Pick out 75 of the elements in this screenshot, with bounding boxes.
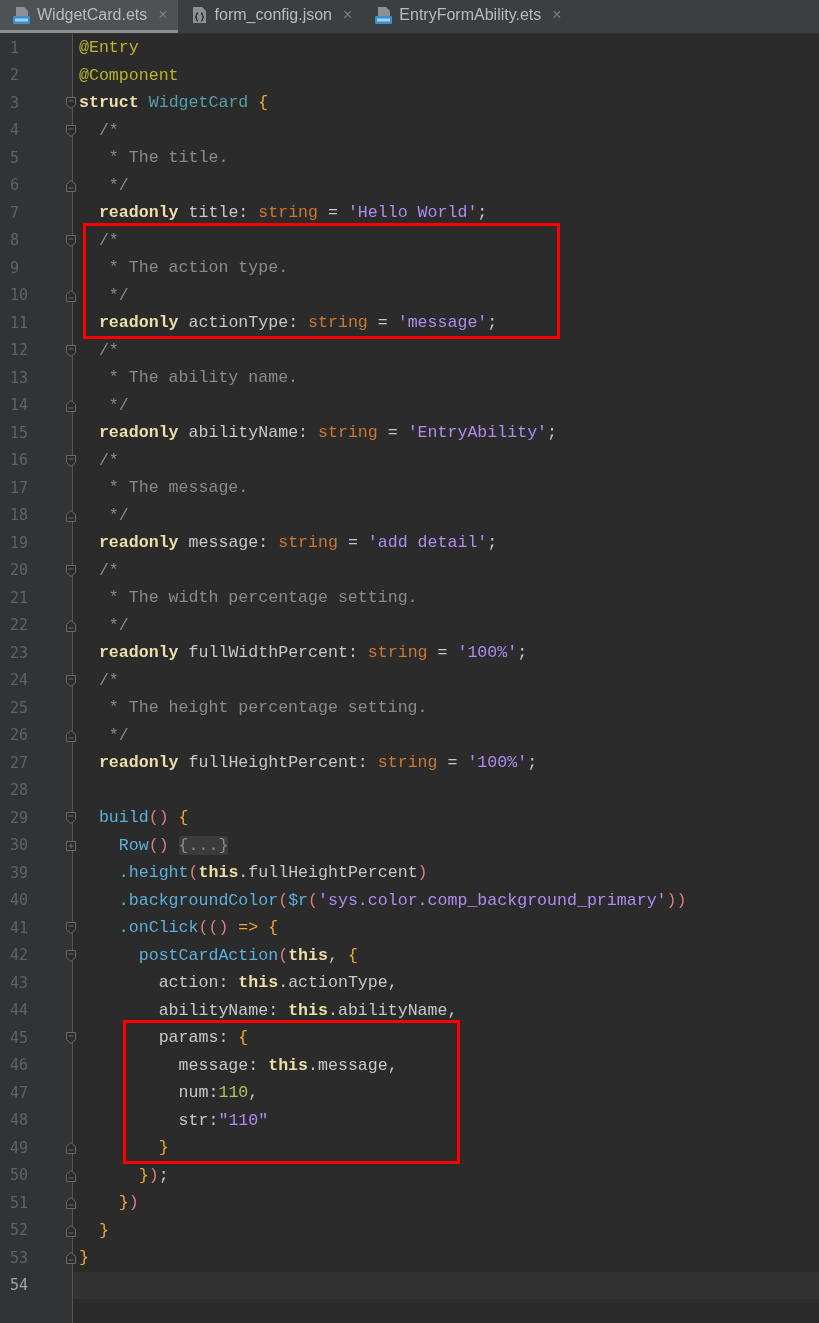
fold-icon[interactable]: [65, 618, 77, 633]
code-line: num:110,: [177, 1083, 259, 1103]
code-line: readonly abilityName: string = 'EntryAbility';: [97, 423, 558, 443]
code-line: readonly fullWidthPercent: string = '100%';: [97, 643, 528, 663]
code-line: }: [157, 1138, 169, 1158]
file-icon: [374, 6, 393, 24]
code-line: .height(this.fullHeightPercent): [117, 863, 428, 883]
fold-icon[interactable]: [65, 398, 77, 413]
fold-icon[interactable]: [65, 453, 77, 468]
code-line: /*: [97, 560, 119, 580]
fold-icon[interactable]: [65, 178, 77, 193]
fold-icon[interactable]: [65, 673, 77, 688]
fold-icon[interactable]: [65, 1031, 77, 1045]
code-line: str:"110": [177, 1110, 269, 1130]
code-line: */: [107, 615, 129, 635]
code-line: */: [107, 725, 129, 745]
code-line: readonly fullHeightPercent: string = '100%';: [97, 753, 538, 773]
code-line: */: [107, 175, 129, 195]
code-line: readonly title: string = 'Hello World';: [97, 203, 488, 223]
code-line: * The action type.: [107, 258, 289, 278]
expand-icon[interactable]: [65, 838, 77, 853]
editor-tab[interactable]: EntryFormAbility.ets ×: [362, 0, 572, 33]
fold-icon[interactable]: [65, 563, 77, 578]
code-line: });: [137, 1165, 169, 1185]
code-line: struct WidgetCard {: [79, 93, 269, 113]
fold-icon[interactable]: [65, 921, 77, 935]
code-line: /*: [97, 120, 119, 140]
code-line: .onClick(() => {: [117, 918, 279, 938]
code-line: /*: [97, 450, 119, 470]
code-line: action: this.actionType,: [157, 973, 398, 993]
file-icon: [12, 6, 30, 24]
code-line: }: [97, 1220, 109, 1240]
code-line: @Entry: [79, 38, 139, 58]
code-line: Row() {...}: [117, 835, 229, 855]
code-line: readonly message: string = 'add detail';: [97, 533, 498, 553]
fold-icon[interactable]: [65, 123, 77, 138]
fold-icon[interactable]: [65, 1168, 77, 1183]
code-line: .backgroundColor($r('sys.color.comp_background_primary')): [117, 890, 687, 910]
code-line: */: [107, 395, 129, 415]
code-line: * The message.: [107, 478, 249, 498]
code-line: /*: [97, 340, 119, 360]
fold-icon[interactable]: [65, 1223, 77, 1238]
close-icon[interactable]: ×: [552, 6, 562, 24]
code-line: readonly actionType: string = 'message';: [97, 313, 498, 333]
code-line: */: [107, 285, 129, 305]
editor-tab[interactable]: WidgetCard.ets ×: [0, 0, 178, 33]
code-line: abilityName: this.abilityName,: [157, 1000, 458, 1020]
code-line: @Component: [79, 65, 179, 85]
code-line: params: {: [157, 1028, 249, 1048]
code-line: }: [79, 1248, 89, 1268]
line-number: 54: [9, 1276, 29, 1295]
code-line: * The title.: [107, 148, 229, 168]
code-line: postCardAction(this, {: [137, 945, 358, 965]
fold-icon[interactable]: [65, 948, 77, 963]
code-line: /*: [97, 670, 119, 690]
code-line: * The width percentage setting.: [107, 588, 418, 608]
fold-icon[interactable]: [65, 811, 77, 825]
code-line: }): [117, 1193, 139, 1213]
code-line: * The ability name.: [107, 368, 299, 388]
editor-tab[interactable]: form_config.json ×: [177, 0, 363, 33]
fold-icon[interactable]: [65, 233, 77, 248]
code-line: /*: [97, 230, 119, 250]
fold-icon[interactable]: [65, 508, 77, 523]
fold-icon[interactable]: [65, 1141, 77, 1155]
fold-icon[interactable]: [65, 288, 77, 303]
code-line: * The height percentage setting.: [107, 698, 428, 718]
code-line: build() {: [97, 808, 189, 828]
fold-icon[interactable]: [65, 1251, 77, 1265]
fold-icon[interactable]: [65, 1196, 77, 1210]
fold-icon[interactable]: [65, 96, 77, 110]
code-line: */: [107, 505, 129, 525]
code-line: message: this.message,: [177, 1055, 398, 1075]
fold-icon[interactable]: [65, 343, 77, 358]
close-icon[interactable]: ×: [343, 6, 353, 24]
fold-icon[interactable]: [65, 728, 77, 743]
